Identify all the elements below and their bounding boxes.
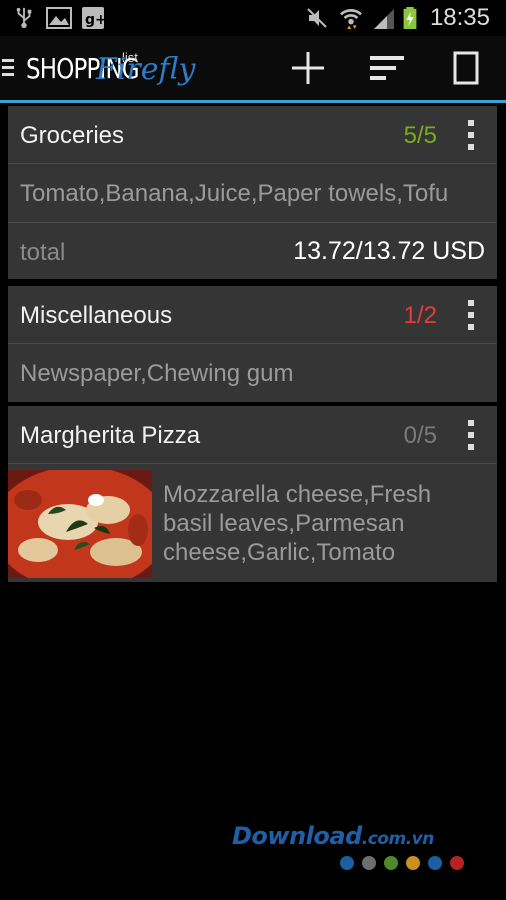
- list-count: 5/5: [403, 122, 437, 149]
- svg-text:g+: g+: [85, 12, 104, 28]
- add-list-button[interactable]: [286, 46, 330, 90]
- action-bar-divider: [0, 100, 506, 103]
- watermark-dots: [340, 856, 464, 870]
- list-count: 1/2: [403, 302, 437, 329]
- list-title[interactable]: Margherita Pizza: [20, 422, 200, 450]
- watermark-dot: [384, 856, 398, 870]
- app-logo: SHOPPING list Firefly: [26, 48, 206, 94]
- total-value: 13.72/13.72 USD: [293, 237, 485, 265]
- watermark-text: Download: [232, 822, 362, 850]
- list-items[interactable]: Newspaper,Chewing gum: [8, 344, 497, 402]
- sort-button[interactable]: [365, 46, 409, 90]
- usb-icon: [16, 7, 32, 29]
- add-icon: [292, 52, 324, 84]
- app-title-script: Firefly: [96, 52, 196, 87]
- signal-icon: [374, 9, 394, 29]
- clock: 18:35: [429, 4, 490, 31]
- checklist-button[interactable]: [444, 46, 488, 90]
- list-title[interactable]: Miscellaneous: [20, 302, 172, 330]
- total-label: total: [20, 239, 66, 266]
- image-icon: [46, 7, 72, 29]
- watermark-dot: [428, 856, 442, 870]
- drawer-indicator-icon[interactable]: [2, 59, 14, 80]
- mute-icon: [307, 8, 327, 28]
- watermark-dot: [450, 856, 464, 870]
- checklist-icon: [453, 51, 479, 85]
- wifi-icon: [339, 9, 363, 29]
- watermark-suffix: .com.vn: [361, 829, 435, 849]
- pizza-photo[interactable]: [8, 470, 152, 578]
- list-body: Mozzarella cheese,Fresh basil leaves,Par…: [8, 464, 497, 582]
- list-count: 0/5: [403, 422, 437, 449]
- list-items[interactable]: Tomato,Banana,Juice,Paper towels,Tofu: [8, 164, 497, 222]
- list-card-miscellaneous[interactable]: Miscellaneous 1/2 Newspaper,Chewing gum: [8, 286, 497, 402]
- overflow-menu-icon[interactable]: [459, 120, 483, 150]
- list-card-margherita-pizza[interactable]: Margherita Pizza 0/5 Mozzarella cheese,F: [8, 406, 497, 582]
- battery-charging-icon: [403, 7, 417, 29]
- watermark-dot: [406, 856, 420, 870]
- watermark: Download.com.vn: [232, 822, 434, 850]
- list-header: Groceries 5/5: [8, 106, 497, 164]
- overflow-menu-icon[interactable]: [459, 420, 483, 450]
- status-bar: g+ 18:35: [0, 0, 506, 36]
- overflow-menu-icon[interactable]: [459, 300, 483, 330]
- sort-icon: [370, 56, 404, 80]
- google-plus-icon: g+: [82, 7, 104, 29]
- list-header: Miscellaneous 1/2: [8, 286, 497, 344]
- list-card-groceries[interactable]: Groceries 5/5 Tomato,Banana,Juice,Paper …: [8, 106, 497, 279]
- watermark-dot: [340, 856, 354, 870]
- list-items[interactable]: Mozzarella cheese,Fresh basil leaves,Par…: [163, 480, 483, 567]
- list-header: Margherita Pizza 0/5: [8, 406, 497, 464]
- list-title[interactable]: Groceries: [20, 122, 124, 150]
- watermark-dot: [362, 856, 376, 870]
- list-total-row: total 13.72/13.72 USD: [8, 222, 497, 279]
